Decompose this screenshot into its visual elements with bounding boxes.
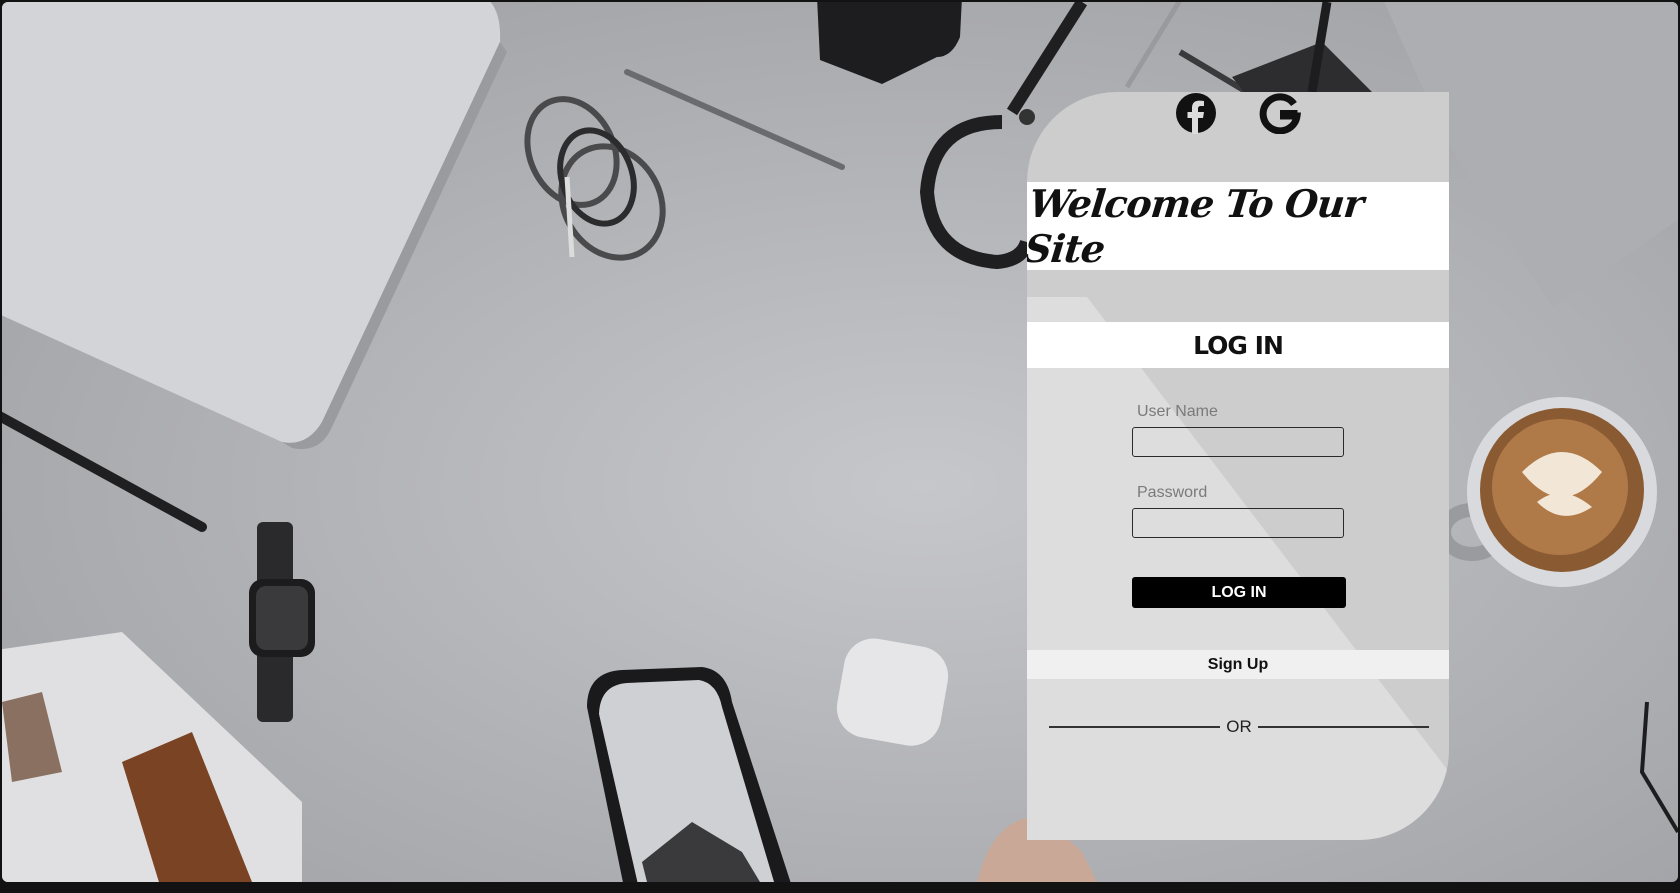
login-card: Welcome To Our Site LOG IN User Name Pas… [1027, 92, 1449, 840]
username-label: User Name [1137, 403, 1218, 420]
browser-frame: Welcome To Our Site LOG IN User Name Pas… [0, 0, 1680, 893]
signup-bar: Sign Up [1027, 650, 1449, 679]
welcome-banner: Welcome To Our Site [1027, 181, 1449, 271]
google-icon[interactable] [1259, 92, 1301, 134]
black-pen [2, 411, 207, 532]
divider-line-left [1049, 726, 1221, 728]
smart-watch [249, 522, 315, 722]
pencil-2 [1178, 49, 1249, 95]
facebook-icon[interactable] [1175, 92, 1217, 134]
welcome-title: Welcome To Our Site [1027, 181, 1366, 271]
black-box [817, 2, 962, 84]
desk-background-image: Welcome To Our Site LOG IN User Name Pas… [2, 2, 1678, 882]
username-input[interactable] [1132, 427, 1344, 457]
divider-line-right [1257, 726, 1429, 728]
login-button[interactable]: LOG IN [1132, 577, 1346, 608]
login-heading: LOG IN [1193, 330, 1284, 360]
pencil [1124, 2, 1182, 89]
password-input[interactable] [1132, 508, 1344, 538]
pen [624, 69, 845, 170]
smartphone [587, 667, 791, 882]
password-label: Password [1137, 484, 1208, 501]
earbuds-case [836, 638, 949, 746]
cable-coil [524, 96, 666, 261]
or-divider: OR [1049, 717, 1429, 737]
coffee-cup [1437, 397, 1657, 587]
signup-link[interactable]: Sign Up [1208, 656, 1268, 674]
login-banner: LOG IN [1027, 322, 1449, 368]
or-text: OR [1226, 717, 1252, 736]
glasses [1639, 701, 1678, 834]
